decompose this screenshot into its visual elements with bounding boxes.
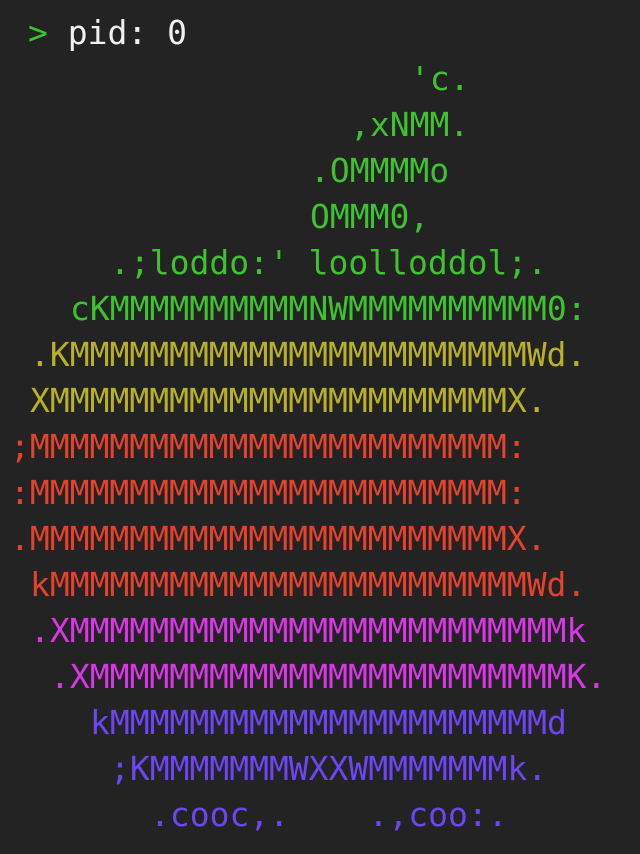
terminal-window: > pid: 0 'c. ,xNMM. .OMMMMo OMMM0, .;lod…	[0, 0, 640, 854]
prompt-arrow: >	[28, 13, 48, 52]
logo-line-13: .XMMMMMMMMMMMMMMMMMMMMMMMMMk	[30, 611, 587, 650]
prompt-line: > pid: 0	[28, 10, 187, 56]
logo-line-4: OMMM0,	[310, 197, 430, 236]
logo-line-12: kMMMMMMMMMMMMMMMMMMMMMMMMWd.	[30, 565, 587, 604]
logo-line-5: .;loddo:' loolloddol;.	[110, 243, 548, 282]
logo-line-14: .XMMMMMMMMMMMMMMMMMMMMMMMMK.	[50, 657, 607, 696]
logo-line-7: .KMMMMMMMMMMMMMMMMMMMMMMMWd.	[30, 335, 587, 374]
logo-line-16: ;KMMMMMMMWXXWMMMMMMMk.	[110, 749, 548, 788]
logo-line-2: ,xNMM.	[350, 105, 470, 144]
logo-line-8: XMMMMMMMMMMMMMMMMMMMMMMMX.	[30, 381, 547, 420]
prompt-command: pid: 0	[67, 13, 187, 52]
logo-line-17: .cooc,. .,coo:.	[150, 795, 508, 834]
logo-line-11: .MMMMMMMMMMMMMMMMMMMMMMMMX.	[10, 519, 547, 558]
logo-line-15: kMMMMMMMMMMMMMMMMMMMMMMd	[90, 703, 567, 742]
logo-line-10: :MMMMMMMMMMMMMMMMMMMMMMMM:	[10, 473, 527, 512]
logo-line-9: ;MMMMMMMMMMMMMMMMMMMMMMMM:	[10, 427, 527, 466]
logo-line-1: 'c.	[410, 59, 470, 98]
logo-line-6: cKMMMMMMMMMMNWMMMMMMMMMM0:	[70, 289, 587, 328]
logo-line-3: .OMMMMo	[310, 151, 450, 190]
